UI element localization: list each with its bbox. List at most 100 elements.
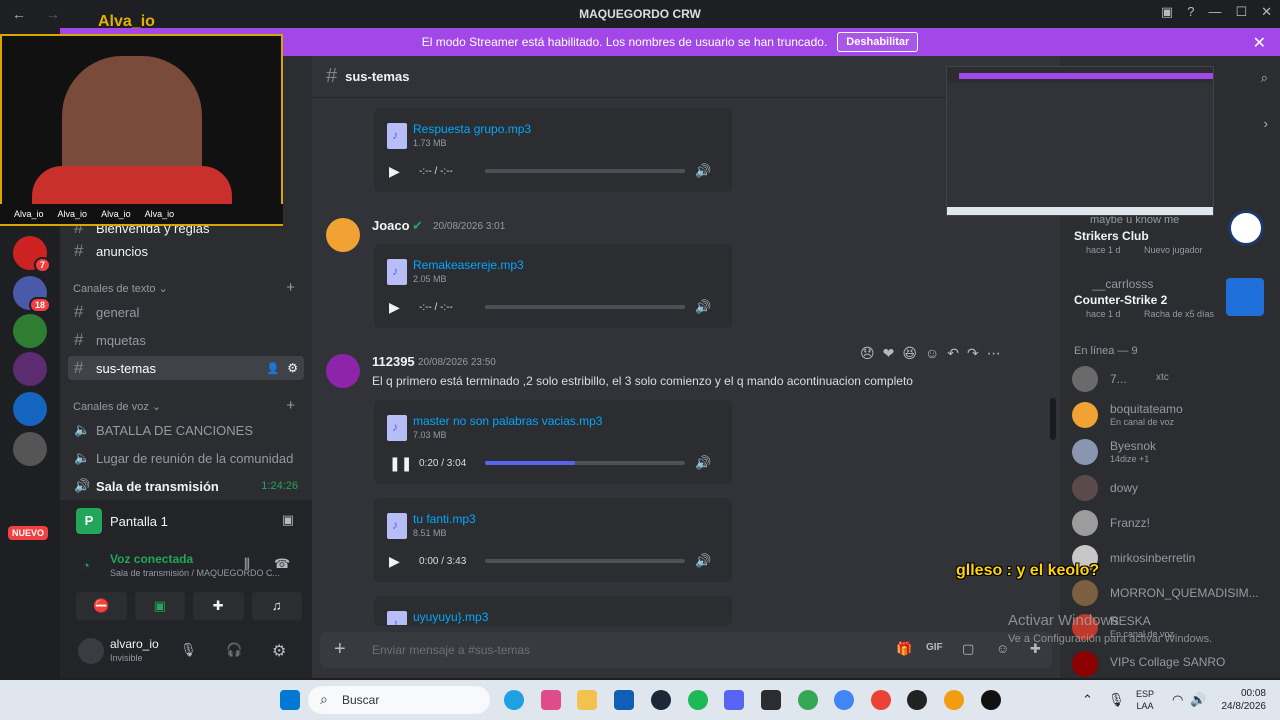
add-channel-icon[interactable]: +	[286, 397, 295, 414]
activity-card[interactable]: __carrlosss Counter-Strike 2 hace 1 d Ra…	[1072, 274, 1272, 319]
volume-icon[interactable]: 🔊	[695, 455, 711, 471]
audio-seek[interactable]	[485, 305, 685, 309]
voice-channel-batalla[interactable]: 🔈 BATALLA DE CANCIONES	[68, 418, 304, 442]
add-attachment-icon[interactable]: +	[334, 638, 346, 661]
calendar-icon[interactable]	[614, 690, 634, 710]
chevron-right-icon[interactable]: ›	[1264, 116, 1268, 131]
file-name[interactable]: Remakeasereje.mp3	[413, 258, 524, 272]
reaction-icon[interactable]: ❤	[883, 345, 895, 362]
sticker-icon[interactable]: ▢	[962, 641, 974, 657]
app-icon[interactable]	[907, 690, 927, 710]
language-indicator[interactable]: ESP LAA	[1136, 688, 1154, 712]
screen-share-preview[interactable]	[946, 66, 1214, 216]
clock[interactable]: 00:08 24/8/2026	[1222, 687, 1267, 713]
gif-icon[interactable]: GIF	[926, 642, 943, 653]
edge-icon[interactable]	[504, 690, 524, 710]
taskbar-search[interactable]: ⌕ Buscar	[308, 686, 490, 714]
microphone-icon[interactable]: 🎙	[1108, 692, 1125, 708]
member-item[interactable]: mirkosinberretin	[1072, 541, 1272, 575]
close-banner-icon[interactable]: ✕	[1253, 33, 1266, 53]
file-name[interactable]: Respuesta grupo.mp3	[413, 122, 531, 136]
stop-share-icon[interactable]: ▣	[282, 512, 294, 528]
more-icon[interactable]: ⋯	[987, 345, 1001, 362]
channel-general[interactable]: # general	[68, 300, 304, 324]
volume-icon[interactable]: 🔊	[695, 163, 711, 179]
member-item[interactable]: boquitateamo En canal de voz	[1072, 398, 1272, 432]
voice-channel-sala[interactable]: 🔊 Sala de transmisión 1:24:26	[68, 474, 304, 498]
minimize-icon[interactable]: —	[1208, 4, 1221, 20]
server-icon[interactable]	[13, 352, 47, 386]
maximize-icon[interactable]: ☐	[1235, 4, 1247, 20]
add-channel-icon[interactable]: +	[286, 279, 295, 296]
voice-status[interactable]: Voz conectada	[110, 552, 193, 566]
channel-sus-temas[interactable]: # sus-temas 👤 ⚙	[68, 356, 304, 380]
steam-icon[interactable]	[651, 690, 671, 710]
voice-channel-lugar[interactable]: 🔈 Lugar de reunión de la comunidad	[68, 446, 304, 470]
disconnect-icon[interactable]: ☎	[274, 556, 290, 572]
inbox-icon[interactable]: ▣	[1161, 4, 1173, 20]
scrollbar[interactable]	[1050, 398, 1056, 440]
app-icon[interactable]	[944, 690, 964, 710]
chrome-icon[interactable]	[798, 690, 818, 710]
screen-share-row[interactable]: P Pantalla 1 ▣	[76, 508, 300, 534]
reply-icon[interactable]: ↶	[947, 345, 959, 362]
channel-anuncios[interactable]: # anuncios	[68, 239, 304, 263]
play-icon[interactable]: ▶	[389, 553, 403, 570]
file-name[interactable]: tu fanti.mp3	[413, 512, 476, 526]
headset-icon[interactable]: 🎧	[226, 642, 242, 658]
app-icon[interactable]	[761, 690, 781, 710]
soundboard-icon[interactable]: ♫	[251, 592, 302, 620]
spotify-icon[interactable]	[688, 690, 708, 710]
chrome-icon[interactable]	[834, 690, 854, 710]
store-icon[interactable]	[541, 690, 561, 710]
reaction-icon[interactable]: 😞	[860, 345, 875, 362]
member-item[interactable]: VIPs Collage SANRO	[1072, 647, 1272, 681]
folder-icon[interactable]	[577, 690, 597, 710]
server-icon[interactable]	[13, 314, 47, 348]
server-icon[interactable]	[13, 432, 47, 466]
gift-icon[interactable]: 🎁	[896, 641, 912, 657]
server-icon[interactable]	[13, 392, 47, 426]
volume-icon[interactable]: 🔊	[695, 553, 711, 569]
chrome-icon[interactable]	[871, 690, 891, 710]
add-reaction-icon[interactable]: ☺	[925, 345, 939, 361]
help-icon[interactable]: ?	[1187, 4, 1194, 20]
pause-icon[interactable]: ❚❚	[389, 455, 412, 472]
gear-icon[interactable]: ⚙	[287, 361, 298, 375]
audio-seek[interactable]	[485, 461, 685, 465]
voice-location[interactable]: Sala de transmisión / MAQUEGORDO C...	[110, 568, 280, 578]
chevron-up-icon[interactable]: ⌃	[1082, 692, 1093, 708]
message-input[interactable]: Enviar mensaje a #sus-temas	[372, 643, 530, 657]
member-item[interactable]: Franzz!	[1072, 506, 1272, 540]
message-author[interactable]: 112395	[372, 354, 415, 369]
avatar[interactable]	[326, 354, 360, 388]
forward-icon[interactable]: ↷	[967, 345, 979, 362]
close-window-icon[interactable]: ✕	[1261, 4, 1272, 20]
voice-category[interactable]: Canales de voz ⌄ +	[73, 397, 303, 414]
channel-mquetas[interactable]: # mquetas	[68, 328, 304, 352]
volume-icon[interactable]: 🔊	[1190, 692, 1206, 708]
wifi-icon[interactable]: ◠	[1172, 692, 1183, 708]
activities-icon[interactable]: ✚	[193, 592, 244, 620]
member-item[interactable]: Byesnok 14dize +1	[1072, 435, 1272, 469]
avatar[interactable]	[326, 218, 360, 252]
volume-icon[interactable]: 🔊	[695, 299, 711, 315]
windows-start-icon[interactable]	[280, 690, 300, 710]
gear-icon[interactable]: ⚙	[272, 641, 286, 661]
username[interactable]: alvaro_io	[110, 637, 159, 651]
camera-off-icon[interactable]: ⛔	[76, 592, 127, 620]
reaction-icon[interactable]: 😆	[902, 345, 917, 362]
file-name[interactable]: master no son palabras vacias.mp3	[413, 414, 602, 428]
member-item[interactable]: MORRON_QUEMADISIM...	[1072, 576, 1272, 610]
add-member-icon[interactable]: 👤	[266, 362, 280, 375]
avatar[interactable]	[78, 638, 104, 664]
file-name[interactable]: uyuyuyu}.mp3	[413, 610, 488, 624]
message-author[interactable]: Joaco	[372, 218, 410, 233]
screen-share-button-icon[interactable]: ▣	[134, 592, 185, 620]
audio-seek[interactable]	[485, 559, 685, 563]
app-icon[interactable]	[981, 690, 1001, 710]
member-item[interactable]: 7... xtc	[1072, 362, 1272, 396]
microphone-icon[interactable]: 🎙	[180, 642, 197, 658]
play-icon[interactable]: ▶	[389, 163, 403, 180]
member-item[interactable]: dowy	[1072, 471, 1272, 505]
